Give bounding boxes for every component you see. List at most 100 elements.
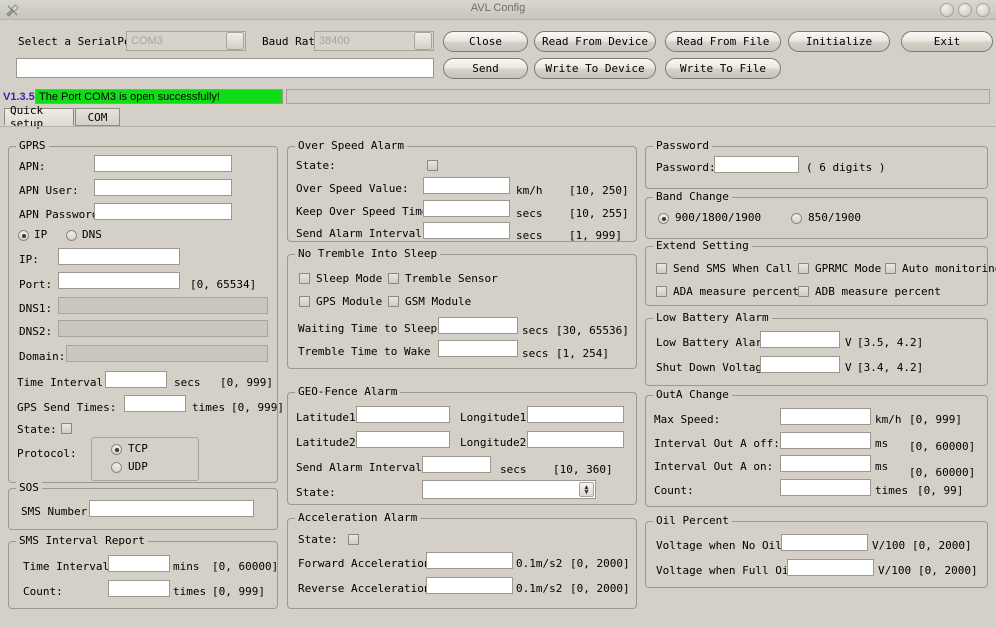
tab-quick-setup[interactable]: Quick setup xyxy=(4,104,74,130)
max-speed-input[interactable] xyxy=(780,408,871,425)
close-button[interactable]: Close xyxy=(443,31,528,52)
gsm-module-label: GSM Module xyxy=(405,295,472,308)
protocol-udp-label: UDP xyxy=(128,460,148,473)
exit-button[interactable]: Exit xyxy=(901,31,993,52)
acceleration-state-checkbox[interactable] xyxy=(348,534,359,545)
over-speed-value-input[interactable] xyxy=(423,177,510,194)
port-label: Port: xyxy=(19,278,53,291)
mode-dns-label: DNS xyxy=(82,228,102,241)
outa-count-range: [0, 99] xyxy=(917,484,964,497)
send-button[interactable]: Send xyxy=(443,58,528,79)
no-tremble-into-sleep-group: No Tremble Into Sleep Sleep Mode Tremble… xyxy=(287,247,637,369)
gprs-group-title: GPRS xyxy=(16,139,49,152)
ada-measure-percent-checkbox[interactable] xyxy=(656,286,667,297)
ip-label: IP: xyxy=(19,253,39,266)
latitude2-input[interactable] xyxy=(356,431,450,448)
version-label: V1.3.5 xyxy=(3,91,35,103)
write-to-device-button[interactable]: Write To Device xyxy=(534,58,656,79)
voltage-full-oil-input[interactable] xyxy=(787,559,874,576)
outa-count-input[interactable] xyxy=(780,479,871,496)
sms-number-input[interactable] xyxy=(89,500,254,517)
minimize-button[interactable] xyxy=(940,3,954,17)
domain-input[interactable] xyxy=(66,345,268,362)
tremble-time-input[interactable] xyxy=(438,340,518,357)
latitude1-input[interactable] xyxy=(356,406,450,423)
interval-out-a-off-input[interactable] xyxy=(780,432,871,449)
tab-com[interactable]: COM xyxy=(75,108,120,126)
sms-time-interval-input[interactable] xyxy=(108,555,170,572)
command-input[interactable] xyxy=(16,58,434,78)
send-sms-when-call-label: Send SMS When Call xyxy=(673,262,793,275)
oil-percent-title: Oil Percent xyxy=(653,514,732,527)
longitude1-input[interactable] xyxy=(527,406,624,423)
forward-acceleration-input[interactable] xyxy=(426,552,513,569)
gprs-time-interval-input[interactable] xyxy=(105,371,167,388)
ip-input[interactable] xyxy=(58,248,180,265)
interval-out-a-on-input[interactable] xyxy=(780,455,871,472)
reverse-acceleration-input[interactable] xyxy=(426,577,513,594)
osa-send-alarm-interval-input[interactable] xyxy=(423,222,510,239)
low-battery-alarm-input[interactable] xyxy=(760,331,840,348)
port-range: [0, 65534] xyxy=(190,278,257,291)
shut-down-voltage-input[interactable] xyxy=(760,356,840,373)
dns1-input[interactable] xyxy=(58,297,268,314)
over-speed-state-checkbox[interactable] xyxy=(427,160,438,171)
extend-setting-title: Extend Setting xyxy=(653,239,752,252)
sms-time-interval-range: [0, 60000] xyxy=(212,560,279,573)
password-input[interactable] xyxy=(714,156,799,173)
port-input[interactable] xyxy=(58,272,180,289)
keep-over-speed-time-input[interactable] xyxy=(423,200,510,217)
gprs-state-checkbox[interactable] xyxy=(61,423,72,434)
longitude1-label: Longitude1: xyxy=(460,411,533,424)
sleep-mode-checkbox[interactable] xyxy=(299,273,310,284)
gsm-module-checkbox[interactable] xyxy=(388,296,399,307)
sms-time-interval-unit: mins xyxy=(173,560,200,573)
over-speed-state-label: State: xyxy=(296,159,336,172)
maximize-button[interactable] xyxy=(958,3,972,17)
geo-fence-state-spinner[interactable]: ▲ ▼ xyxy=(422,480,596,499)
gps-send-times-input[interactable] xyxy=(124,395,186,412)
osa-send-alarm-interval-label: Send Alarm Interval: xyxy=(296,227,429,240)
spinner-arrows-icon[interactable]: ▲ ▼ xyxy=(579,482,594,497)
gprmc-mode-checkbox[interactable] xyxy=(798,263,809,274)
dns2-label: DNS2: xyxy=(19,325,53,338)
initialize-button[interactable]: Initialize xyxy=(788,31,890,52)
read-from-file-button[interactable]: Read From File xyxy=(665,31,781,52)
low-battery-alarm-unit: V xyxy=(845,336,852,349)
protocol-tcp-radio[interactable] xyxy=(111,444,122,455)
max-speed-unit: km/h xyxy=(875,413,902,426)
sms-interval-report-title: SMS Interval Report xyxy=(16,534,148,547)
voltage-no-oil-input[interactable] xyxy=(781,534,868,551)
close-window-button[interactable] xyxy=(976,3,990,17)
gps-module-checkbox[interactable] xyxy=(299,296,310,307)
auto-monitoring-checkbox[interactable] xyxy=(885,263,896,274)
voltage-no-oil-unit: V/100 xyxy=(872,539,906,552)
sms-count-input[interactable] xyxy=(108,580,170,597)
read-from-device-button[interactable]: Read From Device xyxy=(534,31,656,52)
apn-user-label: APN User: xyxy=(19,184,79,197)
longitude2-input[interactable] xyxy=(527,431,624,448)
apn-input[interactable] xyxy=(94,155,232,172)
adb-measure-percent-checkbox[interactable] xyxy=(798,286,809,297)
serialport-value: COM3 xyxy=(131,35,163,47)
write-to-file-button[interactable]: Write To File xyxy=(665,58,781,79)
mode-ip-radio[interactable] xyxy=(18,230,29,241)
waiting-time-input[interactable] xyxy=(438,317,518,334)
serialport-select[interactable]: COM3 xyxy=(126,31,246,51)
over-speed-value-unit: km/h xyxy=(516,184,543,197)
baudrate-select[interactable]: 38400 xyxy=(314,31,434,51)
geo-fence-alarm-group: GEO-Fence Alarm Latitude1: Longitude1: L… xyxy=(287,385,637,505)
gfa-send-alarm-interval-input[interactable] xyxy=(422,456,491,473)
sms-count-unit: times xyxy=(173,585,207,598)
mode-dns-radio[interactable] xyxy=(66,230,77,241)
protocol-udp-radio[interactable] xyxy=(111,462,122,473)
apn-password-input[interactable] xyxy=(94,203,232,220)
extend-setting-group: Extend Setting Send SMS When Call GPRMC … xyxy=(645,239,996,306)
band-900-1800-1900-radio[interactable] xyxy=(658,213,669,224)
mode-ip-label: IP xyxy=(34,228,48,241)
send-sms-when-call-checkbox[interactable] xyxy=(656,263,667,274)
tremble-sensor-checkbox[interactable] xyxy=(388,273,399,284)
band-850-1900-radio[interactable] xyxy=(791,213,802,224)
dns2-input[interactable] xyxy=(58,320,268,337)
apn-user-input[interactable] xyxy=(94,179,232,196)
